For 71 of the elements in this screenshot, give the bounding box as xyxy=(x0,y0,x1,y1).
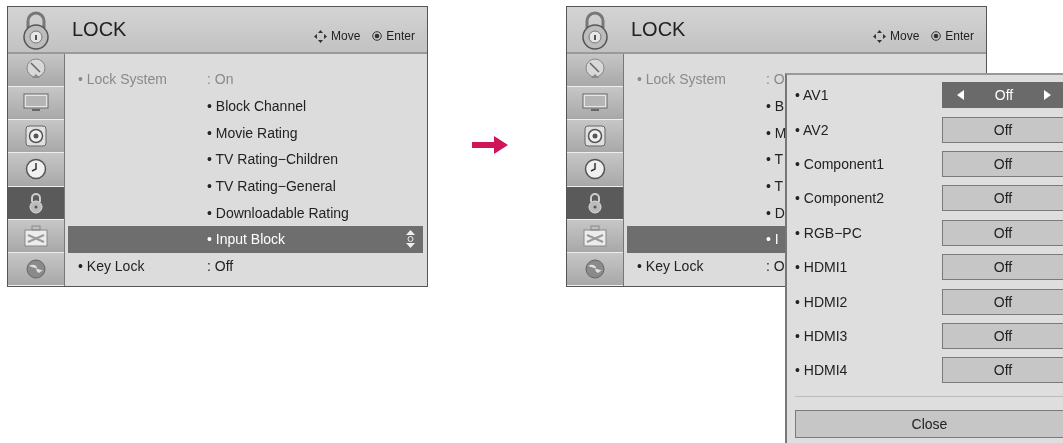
menu-item[interactable]: • Input Block xyxy=(68,226,423,253)
sidebar-item[interactable] xyxy=(567,186,623,220)
toolbox-icon xyxy=(24,224,48,247)
toolbox-icon xyxy=(583,224,607,247)
input-label: • HDMI3 xyxy=(795,327,848,344)
sidebar-item[interactable] xyxy=(567,87,623,121)
hint-label: Enter xyxy=(945,29,974,43)
padlock-icon xyxy=(580,9,610,50)
up-down-icon xyxy=(406,230,415,249)
monitor-icon xyxy=(582,93,608,114)
close-button[interactable]: Close xyxy=(795,409,1063,438)
lock-toggle[interactable]: Off xyxy=(942,288,1063,315)
arrow-icon xyxy=(472,136,508,154)
menu-item[interactable]: • Movie Rating xyxy=(68,119,423,147)
menu-item[interactable]: • Block Channel xyxy=(68,92,423,120)
lock-icon xyxy=(28,191,44,214)
globe-icon xyxy=(584,257,606,280)
right-arrow-icon xyxy=(1044,90,1051,101)
setting-label[interactable]: • Key Lock xyxy=(78,258,207,275)
input-label: • RGB−PC xyxy=(795,224,862,241)
input-label: • Component2 xyxy=(795,190,884,207)
menu-title: LOCK xyxy=(72,18,127,41)
hint-label: Move xyxy=(330,29,361,43)
monitor-icon xyxy=(23,93,49,114)
sidebar-item[interactable] xyxy=(8,54,64,88)
setting-value: : Off xyxy=(207,258,234,275)
input-label: • HDMI1 xyxy=(795,259,848,276)
lock-toggle[interactable]: Off xyxy=(942,219,1063,246)
sidebar-item[interactable] xyxy=(8,252,64,286)
input-label: • HDMI2 xyxy=(795,293,848,310)
left-arrow-icon xyxy=(957,90,964,101)
setting-value: : O xyxy=(766,258,785,275)
menu-title: LOCK xyxy=(631,18,686,41)
setting-value: : O xyxy=(766,71,785,88)
lock-toggle[interactable]: Off xyxy=(942,116,1063,143)
speaker-icon xyxy=(584,125,606,148)
lock-toggle[interactable]: Off xyxy=(942,322,1063,349)
input-label: • AV2 xyxy=(795,121,829,138)
hint-label: Enter xyxy=(386,29,415,43)
sidebar-item[interactable] xyxy=(567,54,623,88)
sidebar-item[interactable] xyxy=(8,87,64,121)
input-label: • HDMI4 xyxy=(795,362,848,379)
input-label: • Component1 xyxy=(795,155,884,172)
setting-value: : On xyxy=(207,71,234,88)
lock-toggle[interactable]: Off xyxy=(942,357,1063,384)
menu-item[interactable]: • TV Rating−Children xyxy=(68,146,423,173)
enter-icon xyxy=(372,31,383,41)
menu-item[interactable]: • Downloadable Rating xyxy=(68,199,423,227)
sidebar-item[interactable] xyxy=(567,252,623,286)
directional-pad-icon xyxy=(872,29,886,43)
sidebar-item[interactable] xyxy=(567,153,623,187)
sidebar-item[interactable] xyxy=(8,153,64,187)
clock-icon xyxy=(25,158,47,181)
clock-icon xyxy=(584,158,606,181)
padlock-icon xyxy=(21,9,51,50)
hint-label: Move xyxy=(889,29,920,43)
enter-icon xyxy=(931,31,942,41)
directional-pad-icon xyxy=(313,29,327,43)
lock-toggle[interactable]: Off xyxy=(942,82,1063,109)
setting-label[interactable]: • Key Lock xyxy=(637,258,766,275)
sidebar-item[interactable] xyxy=(8,120,64,154)
lock-icon xyxy=(587,191,603,214)
lock-toggle[interactable]: Off xyxy=(942,150,1063,177)
speaker-icon xyxy=(25,125,47,148)
menu-item[interactable]: • TV Rating−General xyxy=(68,172,423,200)
input-label: • AV1 xyxy=(795,87,829,104)
lock-toggle[interactable]: Off xyxy=(942,254,1063,281)
globe-icon xyxy=(25,257,47,280)
sidebar-item[interactable] xyxy=(8,186,64,220)
sidebar-item[interactable] xyxy=(567,120,623,154)
lock-toggle[interactable]: Off xyxy=(942,185,1063,212)
